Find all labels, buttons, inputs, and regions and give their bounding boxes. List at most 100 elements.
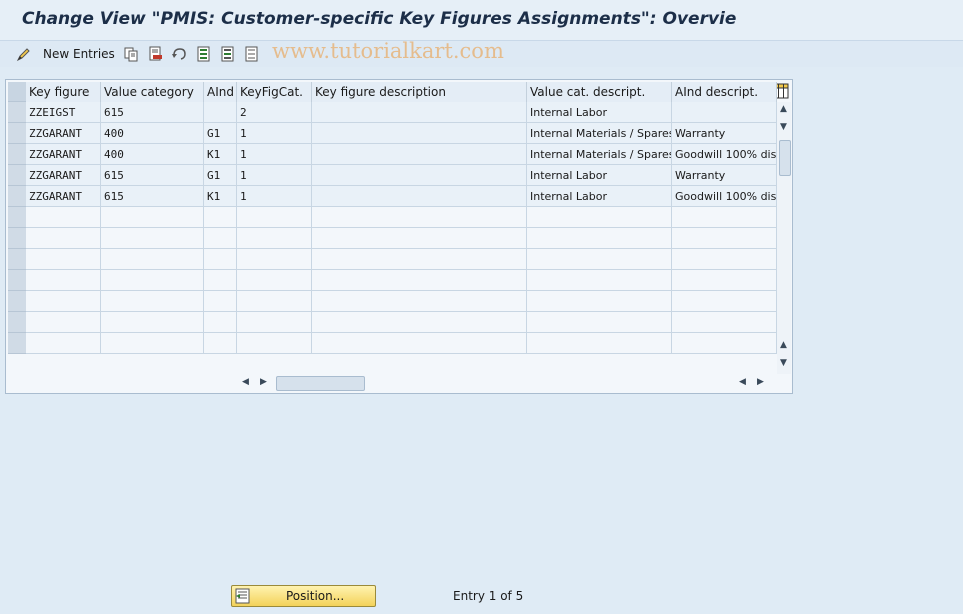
column-header-key-figure-description[interactable]: Key figure description <box>312 82 527 102</box>
row-selector[interactable] <box>8 207 26 228</box>
scroll-right-icon[interactable]: ▶ <box>260 377 267 387</box>
table-cell-keyfigcat[interactable] <box>237 207 312 228</box>
table-cell-key-figure-description[interactable] <box>312 312 527 333</box>
row-selector[interactable] <box>8 123 26 144</box>
scroll-right-end-icon[interactable]: ▶ <box>757 377 764 387</box>
table-cell-value-category[interactable]: 400 <box>101 123 204 144</box>
scroll-left-end-icon[interactable]: ◀ <box>739 377 746 387</box>
table-cell-key-figure[interactable]: ZZGARANT <box>26 123 101 144</box>
new-entries-button[interactable]: New Entries <box>16 45 115 63</box>
table-cell-aind-descript[interactable] <box>672 333 777 354</box>
table-cell-value-cat-descript[interactable] <box>527 333 672 354</box>
column-header-aind-descript[interactable]: AInd descript. <box>672 82 777 102</box>
undo-button[interactable] <box>171 45 187 63</box>
table-cell-aind-descript[interactable] <box>672 270 777 291</box>
scroll-up-bottom-icon[interactable]: ▲ <box>780 340 787 350</box>
row-selector[interactable] <box>8 102 26 123</box>
select-block-button[interactable] <box>220 45 236 63</box>
row-selector[interactable] <box>8 312 26 333</box>
table-cell-value-category[interactable] <box>101 207 204 228</box>
table-cell-value-cat-descript[interactable]: Internal Labor <box>527 102 672 123</box>
select-all-button[interactable] <box>196 45 212 63</box>
table-cell-aind-descript[interactable] <box>672 207 777 228</box>
table-cell-keyfigcat[interactable] <box>237 312 312 333</box>
table-cell-aind-descript[interactable] <box>672 291 777 312</box>
table-cell-aind-descript[interactable]: Goodwill 100% dis <box>672 144 777 165</box>
table-cell-value-cat-descript[interactable]: Internal Labor <box>527 186 672 207</box>
table-cell-value-category[interactable] <box>101 270 204 291</box>
table-cell-aind-descript[interactable] <box>672 249 777 270</box>
scroll-left-icon[interactable]: ◀ <box>242 377 249 387</box>
table-cell-key-figure[interactable] <box>26 207 101 228</box>
table-cell-key-figure[interactable] <box>26 228 101 249</box>
table-cell-keyfigcat[interactable] <box>237 270 312 291</box>
table-cell-value-category[interactable]: 615 <box>101 186 204 207</box>
table-cell-keyfigcat[interactable]: 1 <box>237 144 312 165</box>
deselect-all-button[interactable] <box>244 45 260 63</box>
table-cell-aind[interactable]: G1 <box>204 165 237 186</box>
row-selector[interactable] <box>8 186 26 207</box>
table-cell-aind[interactable] <box>204 291 237 312</box>
table-cell-key-figure[interactable] <box>26 333 101 354</box>
table-cell-keyfigcat[interactable]: 1 <box>237 123 312 144</box>
row-selector[interactable] <box>8 291 26 312</box>
table-cell-keyfigcat[interactable] <box>237 291 312 312</box>
table-cell-value-category[interactable] <box>101 249 204 270</box>
table-cell-value-cat-descript[interactable] <box>527 291 672 312</box>
table-cell-keyfigcat[interactable] <box>237 228 312 249</box>
table-cell-value-category[interactable]: 400 <box>101 144 204 165</box>
copy-as-button[interactable] <box>123 45 139 63</box>
table-cell-aind[interactable] <box>204 333 237 354</box>
table-cell-aind-descript[interactable] <box>672 228 777 249</box>
table-cell-keyfigcat[interactable] <box>237 333 312 354</box>
table-cell-value-cat-descript[interactable] <box>527 249 672 270</box>
scroll-up-icon[interactable]: ▲ <box>780 104 787 114</box>
table-cell-aind[interactable]: K1 <box>204 186 237 207</box>
table-cell-key-figure-description[interactable] <box>312 102 527 123</box>
table-cell-value-category[interactable] <box>101 333 204 354</box>
scroll-down-bottom-icon[interactable]: ▼ <box>780 358 787 368</box>
table-cell-aind[interactable] <box>204 249 237 270</box>
table-cell-value-category[interactable]: 615 <box>101 165 204 186</box>
table-cell-aind[interactable] <box>204 228 237 249</box>
table-cell-keyfigcat[interactable]: 2 <box>237 102 312 123</box>
table-cell-key-figure-description[interactable] <box>312 270 527 291</box>
table-cell-key-figure-description[interactable] <box>312 333 527 354</box>
table-cell-aind[interactable] <box>204 102 237 123</box>
table-cell-key-figure-description[interactable] <box>312 207 527 228</box>
table-cell-value-cat-descript[interactable]: Internal Labor <box>527 165 672 186</box>
column-header-key-figure[interactable]: Key figure <box>26 82 101 102</box>
select-all-rows-corner[interactable] <box>8 82 26 102</box>
row-selector[interactable] <box>8 165 26 186</box>
table-cell-aind-descript[interactable] <box>672 312 777 333</box>
row-selector[interactable] <box>8 228 26 249</box>
table-cell-keyfigcat[interactable]: 1 <box>237 186 312 207</box>
table-cell-key-figure-description[interactable] <box>312 186 527 207</box>
table-cell-keyfigcat[interactable]: 1 <box>237 165 312 186</box>
table-cell-key-figure[interactable]: ZZGARANT <box>26 165 101 186</box>
table-cell-value-cat-descript[interactable] <box>527 270 672 291</box>
table-cell-key-figure[interactable]: ZZEIGST <box>26 102 101 123</box>
column-header-aind[interactable]: AInd <box>204 82 237 102</box>
row-selector[interactable] <box>8 249 26 270</box>
table-cell-value-cat-descript[interactable] <box>527 312 672 333</box>
table-cell-key-figure[interactable] <box>26 291 101 312</box>
column-header-value-category[interactable]: Value category <box>101 82 204 102</box>
table-cell-key-figure-description[interactable] <box>312 228 527 249</box>
table-cell-aind-descript[interactable]: Goodwill 100% dis <box>672 186 777 207</box>
table-cell-aind[interactable]: G1 <box>204 123 237 144</box>
row-selector[interactable] <box>8 270 26 291</box>
table-cell-key-figure[interactable]: ZZGARANT <box>26 186 101 207</box>
table-cell-aind[interactable]: K1 <box>204 144 237 165</box>
table-cell-key-figure-description[interactable] <box>312 291 527 312</box>
table-cell-value-category[interactable] <box>101 291 204 312</box>
table-cell-key-figure[interactable] <box>26 312 101 333</box>
table-cell-value-cat-descript[interactable] <box>527 228 672 249</box>
table-cell-aind-descript[interactable] <box>672 102 777 123</box>
scroll-down-icon[interactable]: ▼ <box>780 122 787 132</box>
table-cell-key-figure[interactable] <box>26 270 101 291</box>
row-selector[interactable] <box>8 144 26 165</box>
table-cell-aind-descript[interactable]: Warranty <box>672 123 777 144</box>
table-cell-key-figure-description[interactable] <box>312 249 527 270</box>
table-cell-value-category[interactable] <box>101 228 204 249</box>
